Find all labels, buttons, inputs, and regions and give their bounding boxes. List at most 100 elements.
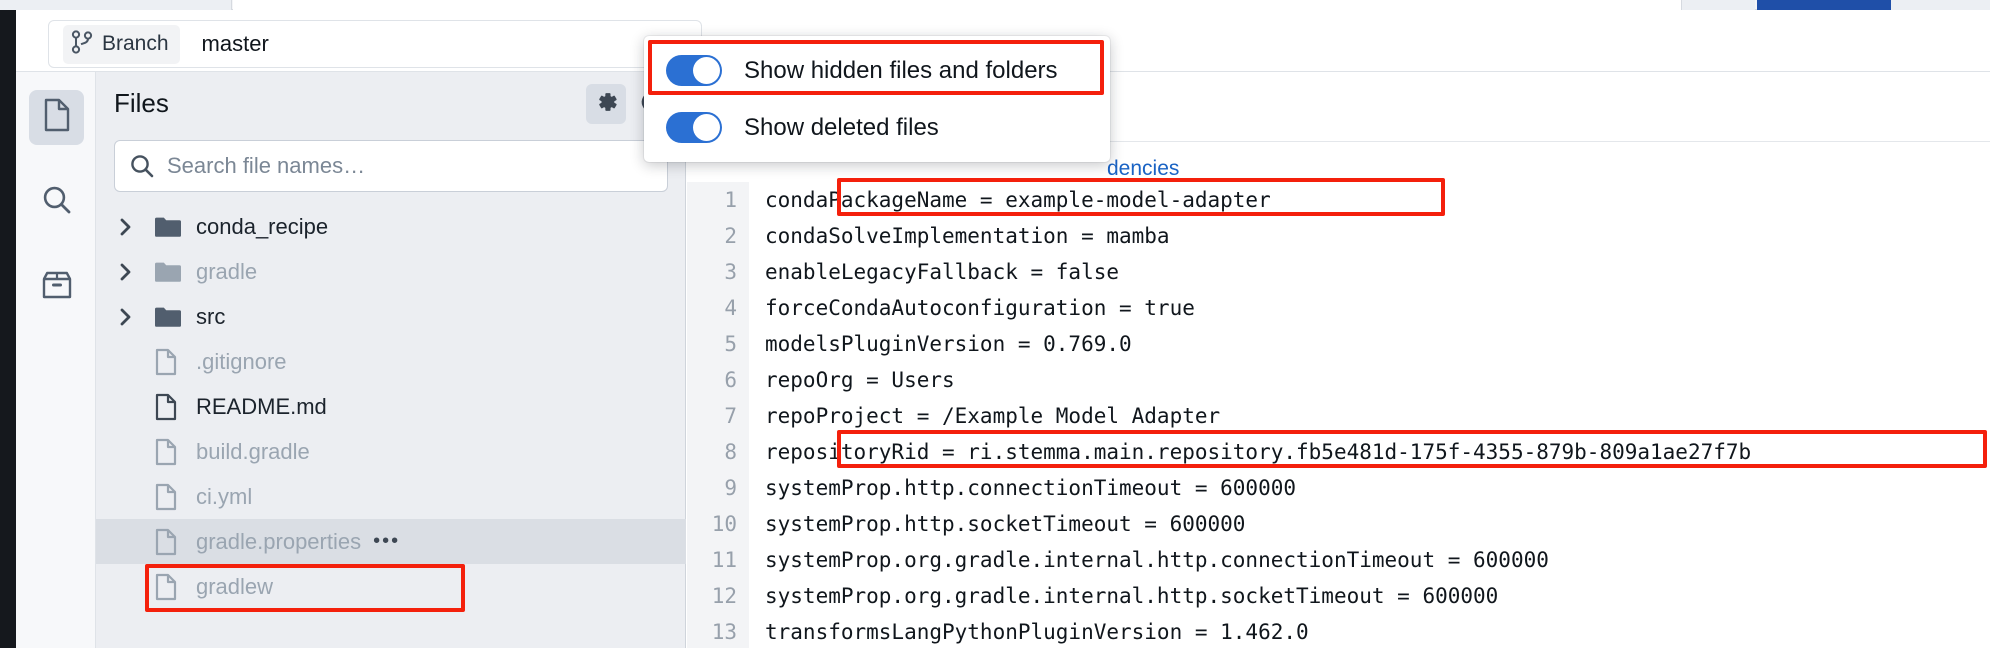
file-tree-row[interactable]: conda_recipe xyxy=(96,204,686,249)
files-settings-dropdown: Show hidden files and folders Show delete… xyxy=(644,36,1110,162)
line-text: repoProject = /Example Model Adapter xyxy=(765,404,1221,428)
branch-chip: Branch xyxy=(63,24,180,64)
file-icon xyxy=(154,393,188,421)
search-file-names-box[interactable] xyxy=(114,140,668,192)
code-line[interactable]: 6 repoOrg = Users xyxy=(687,362,1990,398)
file-icon xyxy=(154,438,188,466)
line-text: systemProp.http.socketTimeout = 600000 xyxy=(765,512,1246,536)
file-tree-row[interactable]: gradle.properties ••• xyxy=(96,519,686,564)
line-number: 11 xyxy=(711,548,737,572)
sidebar-item-artifacts[interactable] xyxy=(29,260,84,315)
file-tree-row[interactable]: ci.yml xyxy=(96,474,686,519)
file-icon xyxy=(154,528,188,556)
line-number: 6 xyxy=(724,368,737,392)
tab-segment-highlighted[interactable] xyxy=(1757,0,1891,10)
code-content: 1 condaPackageName = example-model-adapte… xyxy=(687,182,1990,648)
file-tree-row-label: src xyxy=(196,303,226,329)
app-root: Branch master Files Search file names… c… xyxy=(0,0,1990,648)
file-tree-row[interactable]: gradle xyxy=(96,249,686,294)
tab-segment-right[interactable] xyxy=(1681,0,1755,10)
code-line[interactable]: 3 enableLegacyFallback = false xyxy=(687,254,1990,290)
line-number: 8 xyxy=(724,440,737,464)
code-line[interactable]: 13 transformsLangPythonPluginVersion = 1.… xyxy=(687,614,1990,648)
dropdown-menu-item[interactable]: Show deleted files xyxy=(644,99,1110,156)
line-number: 12 xyxy=(711,584,737,608)
code-line[interactable]: 2 condaSolveImplementation = mamba xyxy=(687,218,1990,254)
file-tree-row[interactable]: src xyxy=(96,294,686,339)
line-text: repositoryRid = ri.stemma.main.repositor… xyxy=(765,440,1752,464)
search-input[interactable] xyxy=(167,153,667,179)
folder-icon xyxy=(154,305,188,329)
search-icon xyxy=(129,153,155,179)
code-lines[interactable]: 1 condaPackageName = example-model-adapte… xyxy=(687,182,1990,648)
code-line[interactable]: 11 systemProp.org.gradle.internal.http.co… xyxy=(687,542,1990,578)
page-title: Files xyxy=(114,87,169,118)
files-settings-button[interactable] xyxy=(586,84,626,124)
chevron-right-icon[interactable] xyxy=(118,217,144,237)
branch-name: master xyxy=(201,31,269,56)
code-line[interactable]: 5 modelsPluginVersion = 0.769.0 xyxy=(687,326,1990,362)
file-tree-row[interactable]: gradlew xyxy=(96,564,686,609)
code-line[interactable]: 9 systemProp.http.connectionTimeout = 600… xyxy=(687,470,1990,506)
sidebar-item-search[interactable] xyxy=(29,175,84,230)
files-panel-header: Files xyxy=(96,72,686,134)
folder-icon xyxy=(154,260,188,284)
file-icon xyxy=(154,573,188,601)
branch-chip-label: Branch xyxy=(102,32,169,55)
code-line[interactable]: 10 systemProp.http.socketTimeout = 600000 xyxy=(687,506,1990,542)
sidebar-item-files[interactable] xyxy=(29,90,84,145)
line-number: 13 xyxy=(711,620,737,644)
toggle-switch[interactable] xyxy=(666,55,722,86)
file-tree-row-label: conda_recipe xyxy=(196,213,329,239)
document-icon xyxy=(42,98,72,137)
file-tree: conda_recipegradle src .gitignore README.md… xyxy=(96,204,686,648)
code-line[interactable]: 7 repoProject = /Example Model Adapter xyxy=(687,398,1990,434)
folder-icon xyxy=(154,215,188,239)
toggle-switch[interactable] xyxy=(666,112,722,143)
file-tree-row[interactable]: build.gradle xyxy=(96,429,686,474)
chevron-right-icon[interactable] xyxy=(118,262,144,282)
file-tree-row-label: gradlew xyxy=(196,573,274,599)
file-tree-row[interactable]: .gitignore xyxy=(96,339,686,384)
line-number: 7 xyxy=(724,404,737,428)
line-text: systemProp.org.gradle.internal.http.sock… xyxy=(765,584,1499,608)
dropdown-menu-item-label: Show hidden files and folders xyxy=(744,56,1058,84)
line-text: enableLegacyFallback = false xyxy=(765,260,1120,284)
files-panel: Files Search file names… conda_recipe gr… xyxy=(96,72,686,648)
window-left-gutter xyxy=(0,10,16,648)
file-tree-row-label: .gitignore xyxy=(196,348,287,374)
tab-segment-left[interactable] xyxy=(0,0,232,10)
toggle-knob xyxy=(693,114,720,141)
file-tree-row-label: README.md xyxy=(196,393,327,419)
sidebar-icon-rail xyxy=(16,72,96,648)
line-text: transformsLangPythonPluginVersion = 1.46… xyxy=(765,620,1309,644)
code-line[interactable]: 4 forceCondaAutoconfiguration = true xyxy=(687,290,1990,326)
branch-icon xyxy=(71,29,93,59)
search-icon xyxy=(41,184,73,221)
line-text: repoOrg = Users xyxy=(765,368,955,392)
file-tree-row[interactable]: README.md xyxy=(96,384,686,429)
line-number: 10 xyxy=(711,512,737,536)
line-text: forceCondaAutoconfiguration = true xyxy=(765,296,1195,320)
line-text: condaSolveImplementation = mamba xyxy=(765,224,1170,248)
file-tree-row-label: gradle xyxy=(196,258,258,284)
line-text: systemProp.org.gradle.internal.http.conn… xyxy=(765,548,1549,572)
branch-selector[interactable]: Branch master xyxy=(48,20,702,68)
line-number: 9 xyxy=(724,476,737,500)
code-line[interactable]: 8 repositoryRid = ri.stemma.main.reposito… xyxy=(687,434,1990,470)
toggle-knob xyxy=(693,57,720,84)
browser-tab-strip xyxy=(0,0,1990,10)
gear-icon xyxy=(593,89,619,120)
row-overflow-menu-icon[interactable]: ••• xyxy=(373,530,400,553)
code-line[interactable]: 1 condaPackageName = example-model-adapte… xyxy=(687,182,1990,218)
code-line[interactable]: 12 systemProp.org.gradle.internal.http.so… xyxy=(687,578,1990,614)
tab-segment-active[interactable] xyxy=(233,0,1681,10)
tab-segment-far-right[interactable] xyxy=(1891,0,1990,10)
breadcrumb[interactable]: dencies xyxy=(1107,157,1179,181)
chevron-right-icon[interactable] xyxy=(118,307,144,327)
file-tree-row-label: gradle.properties xyxy=(196,528,362,554)
file-tree-row-label: ci.yml xyxy=(196,483,253,509)
file-icon xyxy=(154,348,188,376)
dropdown-menu-item[interactable]: Show hidden files and folders xyxy=(644,42,1110,99)
file-tree-row-label: build.gradle xyxy=(196,438,310,464)
